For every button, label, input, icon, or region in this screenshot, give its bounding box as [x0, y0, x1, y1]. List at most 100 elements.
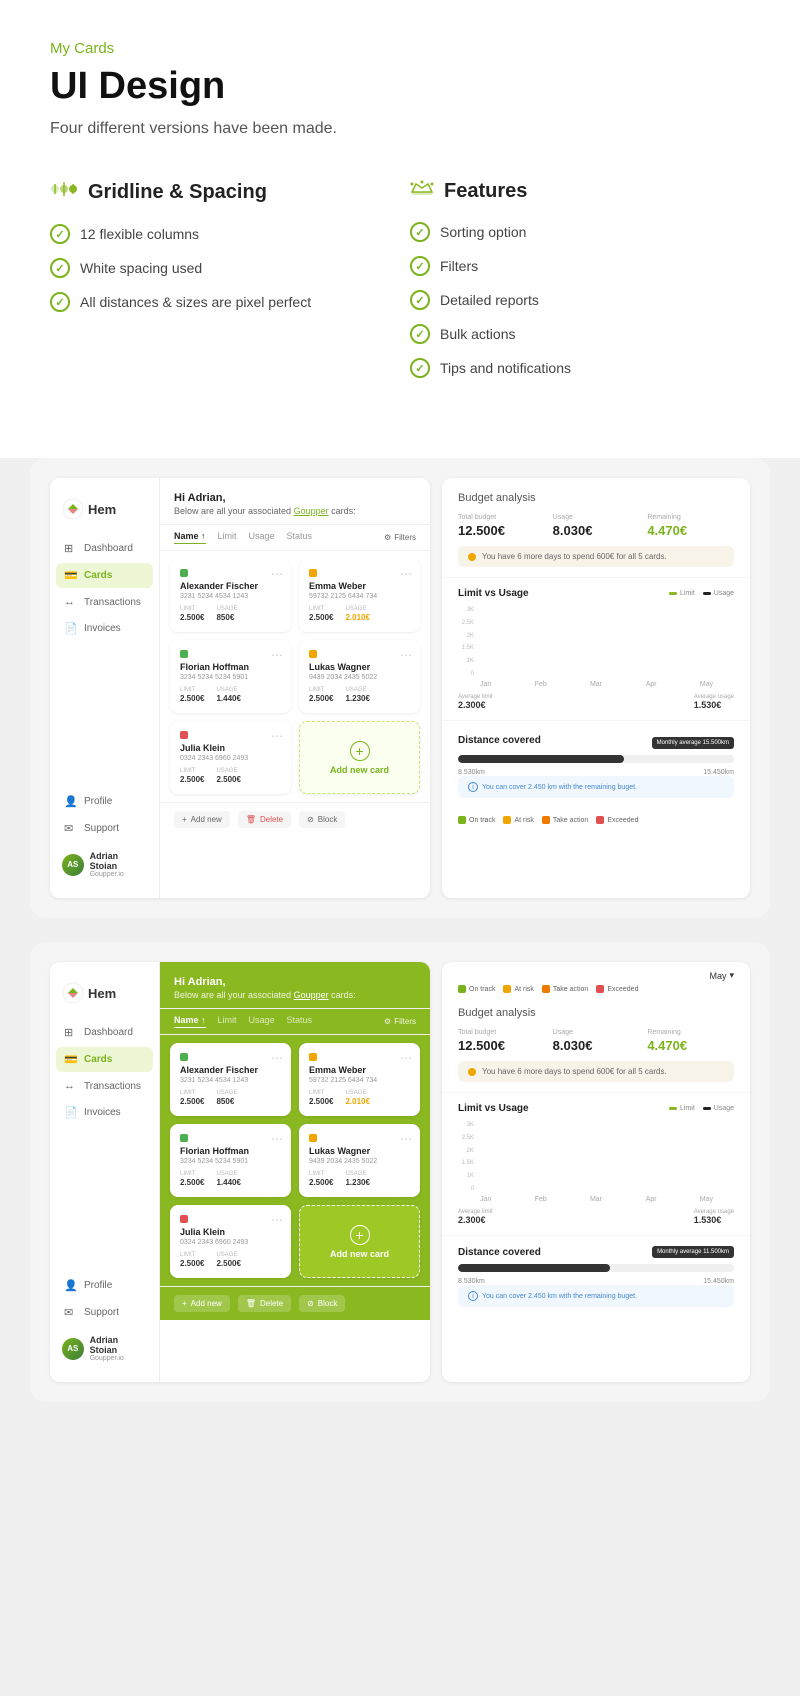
card-name-1: Alexander Fischer — [180, 581, 281, 591]
check-icon-1 — [50, 224, 70, 244]
user-area-2: AS Adrian Stoian Goupper.io — [56, 1327, 153, 1370]
gridline-title: Gridline & Spacing — [88, 181, 267, 204]
add-card-item[interactable]: + Add new card — [299, 721, 420, 794]
sidebar-item-invoices-2[interactable]: 📄 Invoices — [56, 1100, 153, 1125]
card-item-g5: ⋯ Julia Klein 0324 2343 6960 2493 Limit2… — [170, 1205, 291, 1278]
bottom-actions-1: +Add new 🗑Delete ⊘Block — [160, 802, 430, 836]
tab-usage-2[interactable]: Usage — [249, 1015, 275, 1028]
more-button-g1[interactable]: ⋯ — [271, 1051, 283, 1065]
add-circle-icon-2: + — [350, 1225, 370, 1245]
check-icon-f2 — [410, 256, 430, 276]
add-new-button[interactable]: +Add new — [174, 811, 230, 828]
sidebar-1: Hem ⊞ Dashboard 💳 Cards ↔ Tr — [50, 478, 160, 898]
sidebar-item-transactions[interactable]: ↔ Transactions — [56, 590, 153, 614]
sidebar-item-support[interactable]: ✉ Support — [56, 816, 153, 841]
tab-status[interactable]: Status — [287, 531, 313, 544]
sidebar-item-cards[interactable]: 💳 Cards — [56, 563, 153, 588]
nav-bottom: 👤 Profile ✉ Support AS Adrian Stoian Gou… — [50, 789, 159, 886]
filter-button[interactable]: ⚙ Filters — [384, 533, 416, 542]
gridline-list: 12 flexible columns White spacing used A… — [50, 224, 390, 312]
content-header-1: Hi Adrian, Below are all your associated… — [160, 478, 430, 525]
top-legend-2: On track At risk Take action Exceeded — [442, 981, 750, 993]
tab-status-2[interactable]: Status — [287, 1015, 313, 1028]
delete-button[interactable]: 🗑Delete — [238, 811, 291, 828]
subtitle: Four different versions have been made. — [50, 120, 750, 138]
card-color-4 — [309, 650, 317, 658]
more-button-g3[interactable]: ⋯ — [271, 1132, 283, 1146]
delete-button-2[interactable]: 🗑Delete — [238, 1295, 291, 1312]
more-button-4[interactable]: ⋯ — [400, 648, 412, 662]
sidebar-item-support-2[interactable]: ✉ Support — [56, 1300, 153, 1325]
add-new-label-2: Add new card — [330, 1249, 389, 1259]
sidebar-item-dashboard[interactable]: ⊞ Dashboard — [56, 536, 153, 561]
monthly-badge: Monthly average 15.500km — [652, 737, 734, 749]
tabs-row-1: Name ↑ Limit Usage Status ⚙ Filters — [160, 525, 430, 551]
chart-section-2: Limit vs Usage Limit Usage 3K2.5K2K1.5K1… — [442, 1093, 750, 1236]
tab-usage[interactable]: Usage — [249, 531, 275, 544]
sidebar-item-transactions-2[interactable]: ↔ Transactions — [56, 1074, 153, 1098]
chart-labels: Jan Feb Mar Apr May — [458, 681, 734, 688]
more-button-3[interactable]: ⋯ — [271, 648, 283, 662]
greeting-2: Hi Adrian, — [174, 976, 416, 988]
preview-right-2: May ▾ On track At risk Take action Excee… — [442, 962, 750, 1382]
check-icon-f3 — [410, 290, 430, 310]
avg-row: Average limit 2.300€ Average usage 1.530… — [458, 694, 734, 710]
distance-bar-2 — [458, 1264, 734, 1272]
crown-icon — [410, 178, 434, 204]
logo-text: Hem — [88, 502, 116, 517]
card-color-2 — [309, 569, 317, 577]
card-item-g2: ⋯ Emma Weber 59732 2125 6434 734 Limit2.… — [299, 1043, 420, 1116]
block-button-2[interactable]: ⊘Block — [299, 1295, 345, 1312]
add-new-button-2[interactable]: +Add new — [174, 1295, 230, 1312]
monthly-badge-2: Monthly average 11.500km — [652, 1246, 734, 1258]
avatar-2: AS — [62, 1338, 84, 1360]
tab-name[interactable]: Name ↑ — [174, 531, 206, 544]
bar-chart-2: 3K2.5K2K1.5K1K0 — [458, 1122, 734, 1192]
card-name-5: Julia Klein — [180, 743, 281, 753]
sidebar-item-invoices[interactable]: 📄 Invoices — [56, 616, 153, 641]
more-button-g2[interactable]: ⋯ — [400, 1051, 412, 1065]
gridline-item-2: White spacing used — [50, 258, 390, 278]
features-title: Features — [444, 180, 527, 203]
tabs-row-2: Name ↑ Limit Usage Status ⚙ Filters — [160, 1009, 430, 1035]
may-row: May ▾ — [442, 962, 750, 981]
more-button-g5[interactable]: ⋯ — [271, 1213, 283, 1227]
card-number-1: 3231 5234 4534 1243 — [180, 593, 281, 600]
more-button-5[interactable]: ⋯ — [271, 729, 283, 743]
logo-area-2: Hem — [50, 974, 159, 1020]
more-button-g4[interactable]: ⋯ — [400, 1132, 412, 1146]
card-color-g3 — [180, 1134, 188, 1142]
check-icon-f5 — [410, 358, 430, 378]
sidebar-item-dashboard-2[interactable]: ⊞ Dashboard — [56, 1020, 153, 1045]
distance-section-2: Distance covered Monthly average 11.500k… — [442, 1236, 750, 1317]
user-info-2: Adrian Stoian Goupper.io — [90, 1335, 147, 1362]
main-title: UI Design — [50, 65, 750, 108]
filter-button-2[interactable]: ⚙ Filters — [384, 1017, 416, 1026]
greeting: Hi Adrian, — [174, 492, 416, 504]
more-button-2[interactable]: ⋯ — [400, 567, 412, 581]
preview-2: Hem ⊞ Dashboard 💳 Cards ↔ Tr — [30, 942, 770, 1402]
tab-name-2[interactable]: Name ↑ — [174, 1015, 206, 1028]
card-item-2: ⋯ Emma Weber 59732 2125 6434 734 Limit 2… — [299, 559, 420, 632]
more-button-1[interactable]: ⋯ — [271, 567, 283, 581]
tab-limit-2[interactable]: Limit — [218, 1015, 237, 1028]
sidebar-item-profile[interactable]: 👤 Profile — [56, 789, 153, 814]
card-color-g1 — [180, 1053, 188, 1061]
tab-limit[interactable]: Limit — [218, 531, 237, 544]
sidebar-item-cards-2[interactable]: 💳 Cards — [56, 1047, 153, 1072]
add-card-item-2[interactable]: + Add new card — [299, 1205, 420, 1278]
card-color-3 — [180, 650, 188, 658]
may-select[interactable]: May ▾ — [709, 970, 734, 981]
logo-area: Hem — [50, 490, 159, 536]
card-number-3: 3234 5234 5234 5901 — [180, 674, 281, 681]
distance-section-1: Distance covered Monthly average 15.500k… — [442, 721, 750, 808]
block-button[interactable]: ⊘Block — [299, 811, 345, 828]
card-number-4: 9439 2034 2435 5022 — [309, 674, 410, 681]
budget-header-2: Budget analysis Total budget 12.500€ Usa… — [442, 993, 750, 1093]
card-name-3: Florian Hoffman — [180, 662, 281, 672]
bar-chart: 3K2.5K2K1.5K1K0 — [458, 607, 734, 677]
feature-item-2: Filters — [410, 256, 750, 276]
add-new-label: Add new card — [330, 765, 389, 775]
sidebar-item-profile-2[interactable]: 👤 Profile — [56, 1273, 153, 1298]
card-name-2: Emma Weber — [309, 581, 410, 591]
